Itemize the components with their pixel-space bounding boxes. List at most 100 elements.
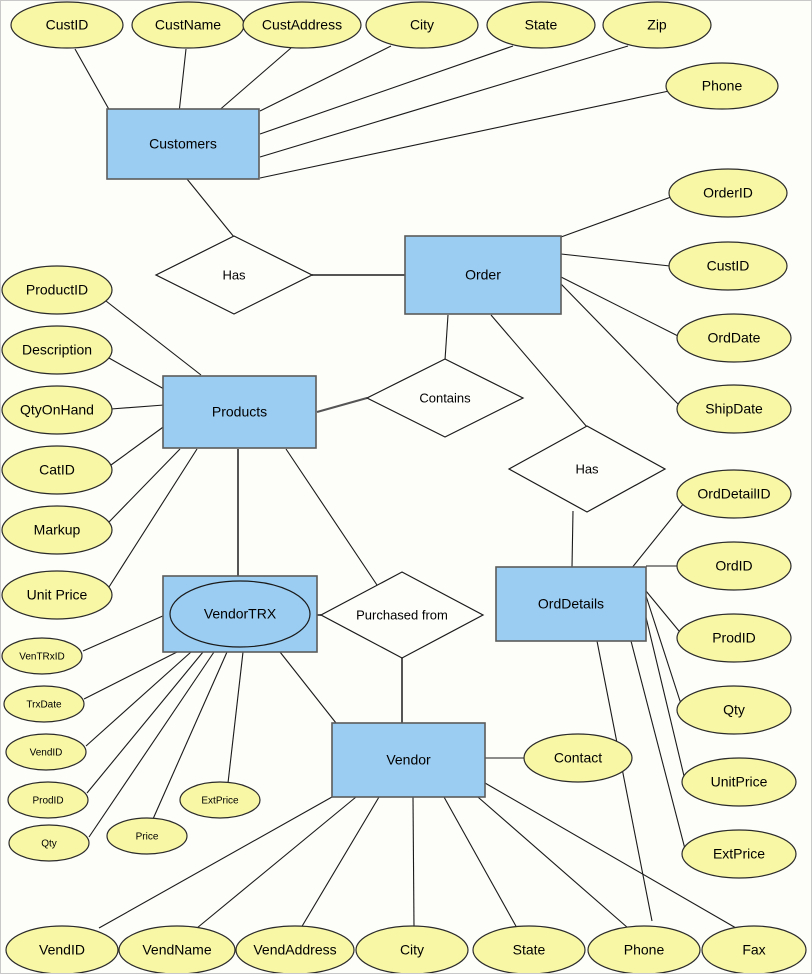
attribute-od-unitprice[interactable]: UnitPrice [681, 757, 797, 807]
attribute-ord-orddate[interactable]: OrdDate [676, 313, 792, 363]
attribute-label: Unit Price [27, 587, 88, 603]
attribute-vend-vendid[interactable]: VendID [5, 925, 119, 974]
attribute-vend-vendname[interactable]: VendName [118, 925, 236, 974]
entity-label: Customers [149, 136, 217, 152]
entity-order[interactable]: Order [404, 235, 562, 315]
attribute-od-ordid[interactable]: OrdID [676, 541, 792, 591]
attribute-label: State [525, 17, 558, 33]
attribute-label: State [513, 942, 546, 958]
relationship-label: Has [222, 267, 246, 282]
attribute-cust-state[interactable]: State [486, 1, 596, 49]
attribute-ord-shipdate[interactable]: ShipDate [676, 384, 792, 434]
connector-line [259, 90, 670, 179]
relationship-has-customers-order[interactable]: Has [154, 235, 314, 315]
entity-customers[interactable]: Customers [106, 108, 260, 180]
attribute-od-extprice[interactable]: ExtPrice [681, 829, 797, 879]
attribute-cust-custname[interactable]: CustName [131, 1, 245, 49]
attribute-label: CatID [39, 462, 75, 478]
connector-line [186, 178, 235, 238]
entity-orddetails[interactable]: OrdDetails [495, 566, 647, 642]
attribute-vend-fax[interactable]: Fax [701, 925, 807, 974]
connector-line [178, 48, 187, 114]
connector-line [259, 45, 629, 158]
attribute-label: CustAddress [262, 17, 342, 33]
entity-vendortrx[interactable]: VendorTRX [162, 575, 318, 653]
attribute-prod-qtyonhand[interactable]: QtyOnHand [1, 385, 113, 435]
attribute-prod-unitprice[interactable]: Unit Price [1, 570, 113, 620]
relationship-contains-order-products[interactable]: Contains [365, 358, 525, 438]
attribute-cust-phone[interactable]: Phone [665, 62, 779, 110]
attribute-label: City [400, 942, 424, 958]
connector-line [86, 651, 204, 794]
connector-line [300, 796, 380, 929]
attribute-label: TrxDate [26, 700, 62, 711]
attribute-vtrx-qty[interactable]: Qty [8, 824, 90, 862]
attribute-prod-catid[interactable]: CatID [1, 445, 113, 495]
connector-line [316, 397, 368, 413]
attribute-cust-custaddress[interactable]: CustAddress [242, 1, 362, 49]
attribute-label: VendID [39, 942, 85, 958]
connector-line [285, 448, 382, 592]
attribute-label: City [410, 17, 434, 33]
entity-products[interactable]: Products [162, 375, 317, 449]
attribute-cust-zip[interactable]: Zip [602, 1, 712, 49]
attribute-od-prodid[interactable]: ProdID [676, 613, 792, 663]
connector-line [108, 448, 181, 523]
connector-line [470, 790, 629, 929]
attribute-label: OrdDate [708, 330, 761, 346]
attribute-label: Qty [41, 839, 57, 850]
attribute-vtrx-vendid[interactable]: VendID [5, 733, 87, 771]
connector-line [215, 47, 292, 114]
attribute-label: CustID [707, 258, 750, 274]
entity-label: Products [212, 404, 267, 420]
attribute-label: VendName [142, 942, 211, 958]
attribute-vtrx-prodid[interactable]: ProdID [7, 781, 89, 819]
connector-line [560, 283, 680, 406]
entity-vendor[interactable]: Vendor [331, 722, 486, 798]
attribute-label: OrderID [703, 185, 753, 201]
attribute-vtrx-ventrxid[interactable]: VenTRxID [1, 637, 83, 675]
attribute-ord-orderid[interactable]: OrderID [668, 168, 788, 218]
attribute-prod-description[interactable]: Description [1, 325, 113, 375]
attribute-prod-productid[interactable]: ProductID [1, 265, 113, 315]
attribute-label: ExtPrice [713, 846, 765, 862]
attribute-label: VendAddress [253, 942, 336, 958]
attribute-vtrx-extprice[interactable]: ExtPrice [179, 781, 261, 819]
attribute-vend-contact[interactable]: Contact [523, 733, 633, 783]
attribute-cust-custid[interactable]: CustID [10, 1, 124, 49]
relationship-purchased-from[interactable]: Purchased from [319, 571, 485, 659]
connector-line [560, 196, 672, 238]
connector-line [630, 502, 685, 570]
entity-label: OrdDetails [538, 596, 604, 612]
attribute-label: ProdID [712, 630, 756, 646]
connector-line [259, 45, 514, 135]
er-diagram-svg: Has Contains Has Purchased from Customers Or… [1, 1, 807, 974]
attribute-label: ExtPrice [201, 796, 239, 807]
er-diagram-canvas: Has Contains Has Purchased from Customers Or… [0, 0, 812, 974]
connector-line [74, 48, 112, 114]
attribute-vend-vendaddress[interactable]: VendAddress [235, 925, 355, 974]
connector-line [82, 614, 166, 652]
connector-line [444, 314, 449, 361]
attribute-label: VendID [30, 748, 63, 759]
attribute-prod-markup[interactable]: Markup [1, 505, 113, 555]
relationship-label: Contains [419, 390, 471, 405]
attribute-vend-phone[interactable]: Phone [587, 925, 701, 974]
entity-label: Vendor [386, 752, 431, 768]
attribute-vtrx-trxdate[interactable]: TrxDate [3, 685, 85, 723]
attribute-ord-custid[interactable]: CustID [668, 241, 788, 291]
connector-line [596, 640, 653, 922]
attribute-label: Fax [742, 942, 765, 958]
attribute-od-orddetailid[interactable]: OrdDetailID [676, 469, 792, 519]
entity-label: Order [465, 267, 501, 283]
relationship-label: Purchased from [356, 607, 448, 622]
attribute-label: Price [136, 832, 159, 843]
connector-line [259, 45, 392, 112]
connector-line [412, 796, 415, 928]
attribute-vend-state[interactable]: State [472, 925, 586, 974]
attribute-vend-city[interactable]: City [355, 925, 469, 974]
relationship-has-order-orddetails[interactable]: Has [507, 425, 667, 513]
attribute-cust-city[interactable]: City [365, 1, 479, 49]
attribute-od-qty[interactable]: Qty [676, 685, 792, 735]
attribute-vtrx-price[interactable]: Price [106, 817, 188, 855]
